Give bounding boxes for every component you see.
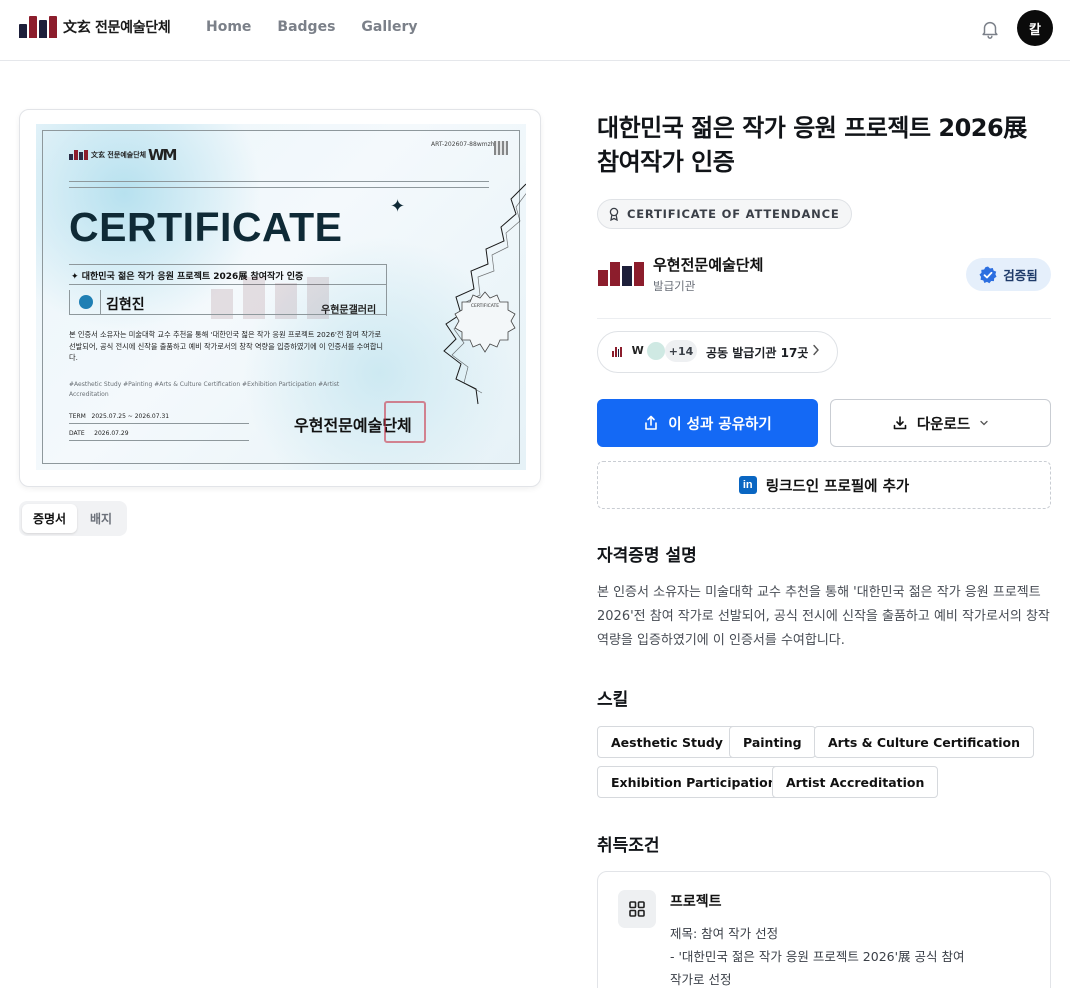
tab-badge[interactable]: 배지 [79, 504, 123, 533]
download-button-label: 다운로드 [916, 416, 971, 433]
issuer-role: 발급기관 [653, 279, 696, 293]
seal-icon [454, 291, 516, 353]
verified-badge[interactable]: 검증됨 [966, 258, 1051, 291]
certificate-rule [69, 187, 489, 188]
divider [597, 318, 1051, 319]
chevron-down-icon [980, 420, 988, 426]
qr-code-icon [494, 141, 508, 155]
co-issuer-logo [645, 340, 667, 362]
share-button[interactable]: 이 성과 공유하기 [597, 399, 818, 447]
certificate-preview-card: 文玄 전문예술단체 WM ART-202607-88wmzh CERTIFICA… [19, 109, 541, 487]
award-icon [609, 207, 619, 221]
requirement-card [597, 871, 1051, 988]
co-issuer-label: 공동 발급기관 17곳 [706, 346, 809, 360]
certificate-ghost-logo [211, 277, 329, 319]
nav-gallery[interactable]: Gallery [361, 19, 417, 35]
bell-icon[interactable] [979, 18, 1001, 40]
requirement-title: 프로젝트 [670, 894, 722, 910]
requirement-line: 제목: 참여 작가 선정 [670, 926, 779, 941]
issuer-logo[interactable] [598, 262, 644, 286]
requirement-line: - '대한민국 젊은 작가 응원 프로젝트 2026'展 공식 참여 [670, 949, 965, 964]
view-toggle: 증명서 배지 [19, 501, 127, 536]
certificate-tags: #Aesthetic Study #Painting #Arts & Cultu… [69, 381, 340, 398]
certificate-term: TERM 2025.07.25 ~ 2026.07.31 [69, 413, 170, 420]
credential-type-chip: CERTIFICATE OF ATTENDANCE [597, 199, 853, 229]
certificate-body-text: 본 인증서 소유자는 미술대학 교수 추천을 통해 '대한민국 젊은 작가 응원… [69, 330, 384, 363]
skill-tag[interactable]: Painting [729, 726, 816, 758]
skills-heading: 스킬 [597, 690, 629, 710]
recipient-name: 김현진 [106, 297, 145, 313]
linkedin-button-label: 링크드인 프로필에 추가 [765, 478, 910, 495]
skill-tag[interactable]: Exhibition Participation [597, 766, 791, 798]
nav-home[interactable]: Home [206, 19, 251, 35]
brand-name: 文玄 전문예술단체 [63, 20, 171, 36]
page-title: 대한민국 젊은 작가 응원 프로젝트 2026展 참여작가 인증 [597, 114, 1027, 176]
user-avatar[interactable]: 칼 [1017, 10, 1053, 46]
download-button[interactable]: 다운로드 [830, 399, 1051, 447]
share-button-label: 이 성과 공유하기 [668, 416, 772, 433]
nav-badges[interactable]: Badges [277, 19, 335, 35]
certificate-rule [69, 423, 249, 424]
co-issuer-logo [608, 340, 626, 362]
certificate-issuer-logo: 文玄 전문예술단체 [69, 150, 146, 160]
verified-check-icon [979, 266, 997, 283]
add-to-linkedin-button[interactable]: in 링크드인 프로필에 추가 [597, 461, 1051, 509]
description-heading: 자격증명 설명 [597, 546, 697, 566]
skill-tag[interactable]: Arts & Culture Certification [814, 726, 1035, 758]
certificate-image[interactable]: 文玄 전문예술단체 WM ART-202607-88wmzh CERTIFICA… [36, 124, 526, 470]
verified-label: 검증됨 [1003, 268, 1038, 283]
sparkle-icon: ✦ [390, 196, 406, 217]
skill-tag[interactable]: Artist Accreditation [772, 766, 939, 798]
credential-type-label: CERTIFICATE OF ATTENDANCE [627, 207, 840, 221]
certificate-rule [69, 440, 249, 441]
official-stamp-icon [384, 401, 426, 443]
certificate-rule [69, 314, 387, 315]
grid-icon [618, 890, 656, 928]
recipient-badge-icon [79, 295, 93, 309]
certificate-rule [100, 290, 101, 314]
certificate-heading: CERTIFICATE [69, 204, 343, 250]
brand-logo[interactable]: 文玄 전문예술단체 [19, 16, 171, 38]
seal-text: CERTIFICATE [470, 304, 500, 309]
main-nav: Home Badges Gallery [206, 19, 417, 35]
share-icon [645, 415, 658, 430]
certificate-rule [386, 264, 387, 316]
certificate-rule [69, 290, 70, 314]
description-text: 본 인증서 소유자는 미술대학 교수 추천을 통해 '대한민국 젊은 작가 응원… [597, 585, 1050, 648]
certificate-id: ART-202607-88wmzh [431, 141, 495, 148]
certificate-date: DATE 2026.07.29 [69, 430, 129, 437]
logo-mark-icon [19, 16, 57, 38]
issuer-name[interactable]: 우현전문예술단체 [653, 254, 763, 275]
top-nav-bar: 文玄 전문예술단체 Home Badges Gallery 칼 [0, 0, 1070, 61]
certificate-partner-logo: WM [148, 146, 178, 164]
certificate-rule [69, 181, 489, 182]
co-issuer-extra-count: +14 [665, 340, 697, 362]
requirements-heading: 취득조건 [597, 836, 660, 856]
linkedin-icon: in [738, 476, 757, 494]
certificate-rule [69, 264, 387, 265]
tab-certificate[interactable]: 증명서 [22, 504, 77, 533]
download-icon [893, 416, 907, 430]
requirement-line: 작가로 선정 [670, 972, 732, 987]
chevron-right-icon [813, 344, 819, 356]
skill-tag[interactable]: Aesthetic Study [597, 726, 737, 758]
